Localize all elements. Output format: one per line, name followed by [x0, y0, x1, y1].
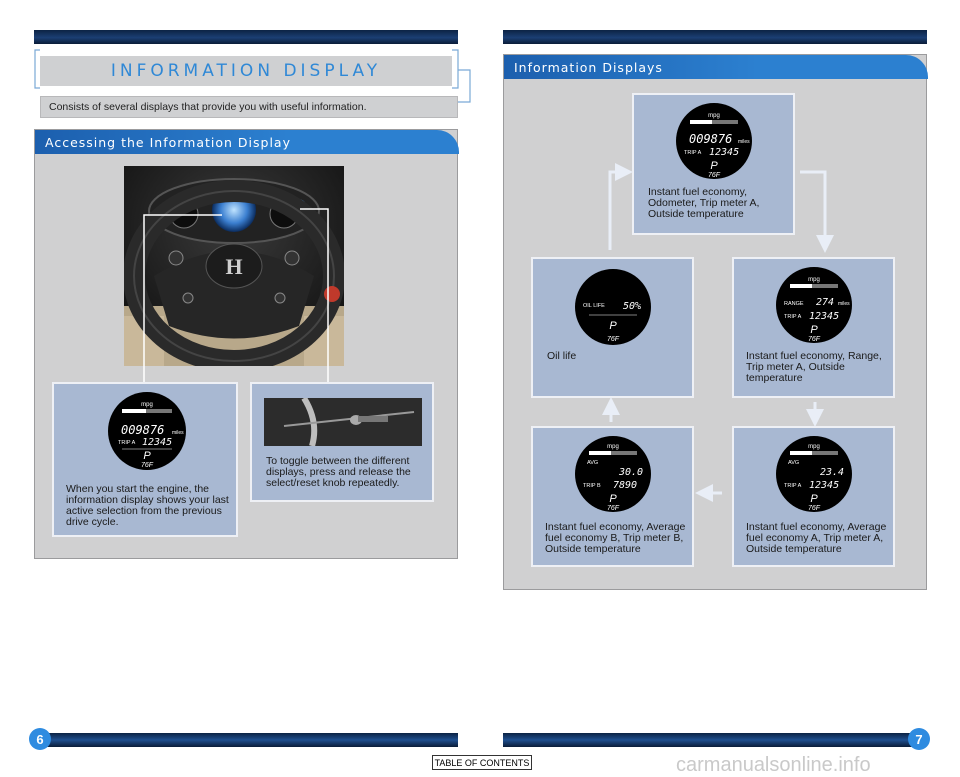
flow-arrows: [602, 163, 834, 502]
select-reset-knob-illustration: [264, 396, 422, 447]
gauge-temp: 76F: [141, 462, 154, 469]
gauge-r1-odo: 009876: [689, 132, 732, 146]
watermark: carmanualsonline.info: [676, 754, 871, 776]
gauge-r1-trip: 12345: [709, 147, 739, 158]
page-number-right: 7: [908, 728, 930, 750]
table-of-contents-button[interactable]: TABLE OF CONTENTS: [432, 755, 532, 770]
gauge-r1-mpg: mpg: [708, 113, 720, 119]
gauge-r1-trip-label: TRIP A: [684, 150, 702, 156]
gauge-r1-miles: miles: [738, 139, 750, 145]
page-title: INFORMATION DISPLAY: [40, 56, 452, 86]
accessing-panel-title: Accessing the Information Display: [35, 130, 459, 154]
gauge-mpg-label: mpg: [141, 402, 153, 408]
gauge-trip-value: 12345: [142, 437, 172, 448]
gauge-odometer-display: mpg 009876 miles TRIP A 12345 P 76F: [108, 392, 186, 470]
bottom-bar-left: [40, 733, 458, 747]
top-bar-left: [34, 30, 458, 44]
toggle-card: To toggle between the different displays…: [250, 382, 434, 502]
display-card-avg-b-text: Instant fuel economy, Average fuel econo…: [545, 521, 686, 555]
gauge-odometer-text: 009876: [121, 423, 164, 437]
start-engine-text: When you start the engine, the informati…: [66, 483, 229, 528]
gauge-gear: P: [143, 450, 151, 462]
start-engine-card: mpg 009876 miles TRIP A 12345 P 76F When…: [52, 382, 238, 537]
toggle-text: To toggle between the different displays…: [266, 455, 411, 489]
display-card-avg-a-text: Instant fuel economy, Average fuel econo…: [746, 521, 887, 555]
information-displays-title: Information Displays: [504, 55, 928, 79]
page-subtitle: Consists of several displays that provid…: [40, 96, 458, 118]
gauge-trip-label: TRIP A: [118, 440, 136, 446]
top-bar-right: [503, 30, 927, 44]
bottom-bar-right: [503, 733, 921, 747]
arrow-down-to-range: [800, 170, 834, 253]
arrow-up-to-odometer: [608, 163, 633, 250]
gauge-odometer-svg: mpg 009876 miles TRIP A 12345 P 76F: [118, 402, 184, 469]
page-number-left: 6: [29, 728, 51, 750]
select-reset-knob-photo: [264, 396, 422, 447]
gauge-miles-label: miles: [172, 430, 184, 436]
connector-lines: [143, 208, 329, 383]
